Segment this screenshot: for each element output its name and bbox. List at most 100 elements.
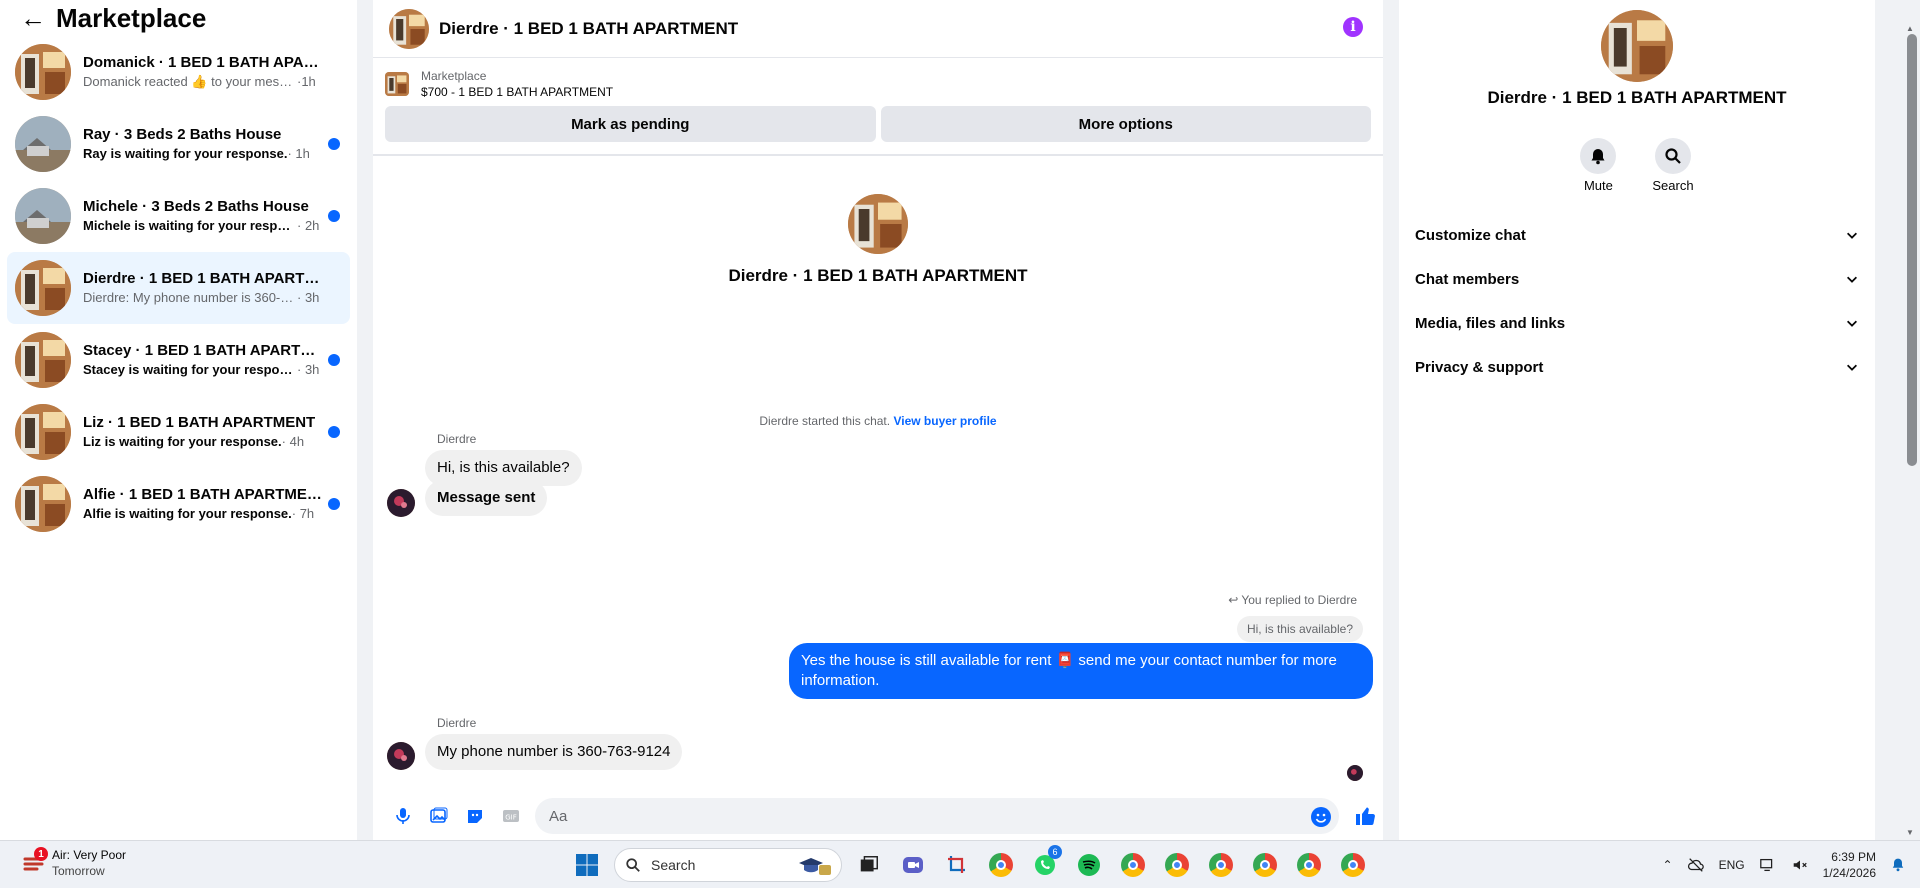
seen-receipt-avatar — [1347, 765, 1363, 781]
sender-avatar[interactable] — [387, 489, 415, 517]
details-section[interactable]: Customize chat — [1415, 213, 1863, 257]
windows-start-icon[interactable] — [570, 847, 604, 883]
conversation-name: Dierdre · 1 BED 1 BATH APARTMENT — [83, 270, 323, 287]
conversation-snippet: Stacey is waiting for your response. — [83, 362, 297, 377]
conversation-item[interactable]: Liz · 1 BED 1 BATH APARTMENT Liz is waiti… — [7, 396, 350, 468]
chat-header-avatar[interactable] — [389, 8, 429, 49]
mark-as-pending-button[interactable]: Mark as pending — [385, 106, 876, 142]
gif-icon[interactable]: GIF — [493, 798, 529, 834]
conversation-avatar — [15, 260, 71, 316]
chrome-profile-icon[interactable] — [1248, 847, 1282, 883]
chrome-profile-icon[interactable] — [1116, 847, 1150, 883]
details-section[interactable]: Media, files and links — [1415, 301, 1863, 345]
details-sections: Customize chat Chat members Media, files a… — [1415, 213, 1863, 389]
conversation-name: Michele · 3 Beds 2 Baths House — [83, 198, 309, 215]
conversation-item[interactable]: Domanick · 1 BED 1 BATH APARTM... Domanic… — [7, 36, 350, 108]
unread-dot — [328, 426, 340, 438]
scroll-up-arrow-icon[interactable]: ▲ — [1906, 24, 1914, 33]
chat-started-notice: Dierdre started this chat. View buyer pr… — [373, 414, 1383, 428]
conversation-item[interactable]: Michele · 3 Beds 2 Baths House Michele is… — [7, 180, 350, 252]
details-actions: Mute Search — [1399, 138, 1875, 193]
unread-dot — [328, 210, 340, 222]
message-input[interactable] — [535, 798, 1339, 834]
chevron-up-icon[interactable]: ⌃ — [1663, 858, 1673, 872]
conversation-item[interactable]: Alfie · 1 BED 1 BATH APARTMENT Alfie is w… — [7, 468, 350, 540]
listing-summary[interactable]: Marketplace $700 - 1 BED 1 BATH APARTMEN… — [385, 66, 1371, 102]
more-options-button[interactable]: More options — [880, 106, 1371, 142]
sender-label: Dierdre — [437, 716, 477, 730]
details-section-label: Media, files and links — [1415, 314, 1566, 332]
weather-widget[interactable]: 1 Air: Very Poor Tomorrow — [22, 847, 126, 879]
incoming-message[interactable]: Message sent — [425, 480, 548, 516]
chrome-profile-icon[interactable] — [1204, 847, 1238, 883]
conversation-avatar — [15, 44, 71, 100]
outgoing-message[interactable]: Yes the house is still available for ren… — [789, 643, 1373, 699]
chrome-icon[interactable] — [984, 847, 1018, 883]
page-scrollbar[interactable] — [1907, 34, 1917, 466]
conversation-time: · 1h — [287, 146, 310, 161]
chrome-logo — [1341, 853, 1365, 877]
emoji-icon[interactable] — [1310, 806, 1332, 828]
details-avatar[interactable] — [1601, 10, 1673, 82]
conversation-time: · 3h — [297, 362, 320, 377]
search-in-chat-button[interactable]: Search — [1652, 138, 1694, 193]
conversation-info-icon[interactable]: i — [1343, 17, 1363, 37]
intro-avatar[interactable] — [848, 194, 908, 254]
view-buyer-profile-link[interactable]: View buyer profile — [893, 414, 996, 428]
svg-text:GIF: GIF — [505, 814, 517, 822]
replied-label-text: You replied to Dierdre — [1241, 593, 1357, 607]
sidebar-header: ← Marketplace — [0, 0, 357, 36]
clock[interactable]: 6:39 PM 1/24/2026 — [1823, 849, 1876, 881]
chrome-profile-icon[interactable] — [1160, 847, 1194, 883]
conversation-name: Domanick · 1 BED 1 BATH APARTM... — [83, 54, 323, 71]
photo-icon[interactable] — [421, 798, 457, 834]
conversation-snippet: Ray is waiting for your response. — [83, 146, 288, 161]
taskbar-search[interactable]: Search — [614, 848, 842, 882]
listing-thumbnail — [385, 72, 409, 96]
air-quality-icon: 1 — [22, 847, 48, 875]
conversation-avatar — [15, 476, 71, 532]
back-arrow-icon[interactable]: ← — [20, 5, 56, 31]
reply-arrow-icon: ↩ — [1228, 593, 1242, 607]
chat-panel: Dierdre · 1 BED 1 BATH APARTMENT i Marke… — [373, 0, 1383, 840]
spotify-icon[interactable] — [1072, 847, 1106, 883]
sidebar-title: Marketplace — [56, 2, 207, 33]
conversation-time: · 2h — [297, 218, 320, 233]
details-section[interactable]: Privacy & support — [1415, 345, 1863, 389]
cloud-off-icon[interactable] — [1687, 856, 1705, 874]
chat-header: Dierdre · 1 BED 1 BATH APARTMENT i — [373, 0, 1383, 58]
microphone-icon[interactable] — [385, 798, 421, 834]
conversation-avatar — [15, 116, 71, 172]
conversation-item[interactable]: Dierdre · 1 BED 1 BATH APARTMENT Dierdre:… — [7, 252, 350, 324]
sender-avatar[interactable] — [387, 742, 415, 770]
conversation-item[interactable]: Stacey · 1 BED 1 BATH APARTMENT Stacey is… — [7, 324, 350, 396]
conversation-sidebar: ← Marketplace Domanick · 1 BED 1 BATH AP… — [0, 0, 357, 840]
whatsapp-icon[interactable]: 6 — [1028, 845, 1062, 883]
scroll-down-arrow-icon[interactable]: ▼ — [1906, 828, 1914, 837]
mute-button[interactable]: Mute — [1580, 138, 1617, 193]
sticker-icon[interactable] — [457, 798, 493, 834]
volume-muted-icon[interactable] — [1791, 856, 1809, 874]
snipping-tool-icon[interactable] — [940, 847, 974, 883]
incoming-message[interactable]: My phone number is 360-763-9124 — [425, 734, 683, 770]
task-view-icon[interactable] — [852, 847, 886, 883]
unread-dot — [328, 498, 340, 510]
details-section[interactable]: Chat members — [1415, 257, 1863, 301]
conversation-snippet: Liz is waiting for your response. — [83, 434, 282, 449]
network-icon[interactable] — [1759, 856, 1777, 874]
conversation-item[interactable]: Ray · 3 Beds 2 Baths House Ray is waiting… — [7, 108, 350, 180]
notification-bell-icon[interactable] — [1890, 857, 1906, 873]
chrome-profile-icon[interactable] — [1292, 847, 1326, 883]
chat-title[interactable]: Dierdre · 1 BED 1 BATH APARTMENT — [439, 19, 738, 39]
chrome-profile-icon[interactable] — [1336, 847, 1370, 883]
conversation-name: Stacey · 1 BED 1 BATH APARTMENT — [83, 342, 323, 359]
bell-icon — [1580, 138, 1617, 174]
thumbs-up-icon[interactable] — [1353, 803, 1379, 829]
clock-time: 6:39 PM — [1831, 850, 1876, 864]
quoted-message[interactable]: Hi, is this available? — [1236, 616, 1363, 642]
video-chat-app-icon[interactable] — [896, 847, 930, 883]
taskbar-search-icon — [626, 858, 640, 872]
chrome-logo — [1297, 853, 1321, 877]
chrome-logo — [989, 853, 1013, 877]
language-indicator[interactable]: ENG — [1719, 858, 1745, 872]
